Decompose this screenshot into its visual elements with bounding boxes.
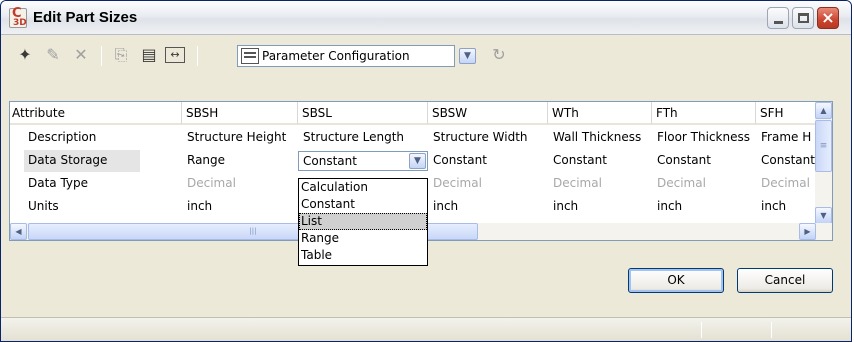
- column-header-attribute[interactable]: Attribute: [10, 102, 182, 125]
- table-cell[interactable]: Decimal: [756, 173, 818, 195]
- dropdown-option-table[interactable]: Table: [299, 247, 427, 264]
- data-storage-dropdown-list[interactable]: Calculation Constant List Range Table: [298, 178, 428, 266]
- table-cell[interactable]: Wall Thickness: [548, 127, 652, 149]
- column-header-sbsh[interactable]: SBSH: [182, 102, 298, 125]
- minimize-icon: [774, 21, 783, 24]
- table-cell[interactable]: inch: [756, 196, 818, 218]
- parameter-configuration-select[interactable]: Parameter Configuration: [237, 45, 455, 67]
- table-cell[interactable]: Structure Height: [182, 127, 298, 149]
- status-bar-separator: [771, 322, 772, 338]
- column-header-sbsw[interactable]: SBSW: [428, 102, 548, 125]
- ok-button[interactable]: OK: [628, 268, 724, 293]
- app-icon-sub: 3D: [13, 18, 27, 28]
- table-cell[interactable]: Floor Thickness: [652, 127, 756, 149]
- column-header-fth[interactable]: FTh: [652, 102, 756, 125]
- table-cell[interactable]: Decimal: [428, 173, 548, 195]
- parameter-configuration-icon: [241, 48, 259, 64]
- dropdown-option-list[interactable]: List: [299, 213, 427, 230]
- vertical-scrollbar[interactable]: ▲ ≡ ▼: [815, 102, 832, 224]
- toolbar-separator: [101, 46, 102, 66]
- table-cell[interactable]: Frame H: [756, 127, 818, 149]
- dropdown-option-constant[interactable]: Constant: [299, 196, 427, 213]
- cancel-button[interactable]: Cancel: [737, 268, 833, 293]
- toolbar-separator: [197, 46, 198, 66]
- edit-part-sizes-dialog: C 3D Edit Part Sizes × ✦ ✎ ✕ ⎘ ▤ ↔ Param…: [0, 0, 852, 342]
- refresh-icon[interactable]: ↻: [487, 43, 511, 67]
- chevron-down-icon[interactable]: ▼: [459, 48, 476, 64]
- table-cell[interactable]: inch: [652, 196, 756, 218]
- table-cell[interactable]: inch: [428, 196, 548, 218]
- civil3d-app-icon: C 3D: [9, 6, 27, 28]
- scroll-right-icon[interactable]: ▶: [799, 223, 816, 240]
- column-header-wth[interactable]: WTh: [548, 102, 652, 125]
- minimize-button[interactable]: [767, 7, 789, 29]
- parameter-configuration-label: Parameter Configuration: [262, 49, 410, 63]
- close-button[interactable]: ×: [817, 7, 839, 29]
- table-cell[interactable]: Decimal: [548, 173, 652, 195]
- new-icon[interactable]: ✦: [13, 43, 37, 67]
- row-attribute-data-storage: Data Storage: [24, 150, 140, 172]
- table-row[interactable]: Data Storage Range Constant ▼ Constant C…: [10, 150, 816, 172]
- table-cell[interactable]: Constant: [548, 150, 652, 172]
- column-header-sbsl[interactable]: SBSL: [298, 102, 428, 125]
- vertical-scroll-thumb[interactable]: ≡: [815, 120, 832, 172]
- table-cell[interactable]: Decimal: [652, 173, 756, 195]
- table-cell[interactable]: Structure Width: [428, 127, 548, 149]
- table-cell[interactable]: Constant: [756, 150, 818, 172]
- toolbar: ✦ ✎ ✕ ⎘ ▤ ↔ Parameter Configuration ▼ ↻: [1, 36, 851, 76]
- copy-icon[interactable]: ⎘: [109, 43, 133, 67]
- title-bar[interactable]: C 3D Edit Part Sizes ×: [1, 1, 851, 35]
- row-attribute-description: Description: [28, 130, 97, 144]
- column-width-icon[interactable]: ↔: [165, 47, 185, 63]
- window-title: Edit Part Sizes: [33, 9, 138, 26]
- table-cell[interactable]: Constant: [428, 150, 548, 172]
- maximize-button[interactable]: [792, 7, 814, 29]
- maximize-icon: [798, 13, 809, 23]
- dropdown-option-range[interactable]: Range: [299, 230, 427, 247]
- paste-icon[interactable]: ▤: [137, 43, 161, 67]
- close-icon: ×: [821, 8, 835, 27]
- data-storage-select-value: Constant: [303, 154, 357, 168]
- row-attribute-units: Units: [28, 199, 59, 213]
- delete-icon[interactable]: ✕: [69, 43, 93, 67]
- grid-header: Attribute SBSH SBSL SBSW WTh FTh SFH: [10, 102, 818, 125]
- table-cell[interactable]: inch: [548, 196, 652, 218]
- dropdown-option-calculation[interactable]: Calculation: [299, 179, 427, 196]
- table-cell[interactable]: Structure Length: [298, 127, 428, 149]
- table-cell[interactable]: Range: [182, 150, 298, 172]
- scroll-down-icon[interactable]: ▼: [815, 207, 832, 224]
- table-cell[interactable]: inch: [182, 196, 298, 218]
- status-bar-separator: [701, 322, 702, 338]
- column-header-sfh[interactable]: SFH: [756, 102, 818, 125]
- status-bar: [1, 317, 851, 341]
- scroll-up-icon[interactable]: ▲: [815, 102, 832, 119]
- chevron-down-icon[interactable]: ▼: [409, 153, 426, 169]
- row-attribute-data-type: Data Type: [28, 176, 89, 190]
- table-row[interactable]: Description Structure Height Structure L…: [10, 127, 816, 149]
- table-cell[interactable]: Decimal: [182, 173, 298, 195]
- table-cell[interactable]: Constant: [652, 150, 756, 172]
- edit-icon[interactable]: ✎: [41, 43, 65, 67]
- scroll-left-icon[interactable]: ◀: [10, 223, 27, 240]
